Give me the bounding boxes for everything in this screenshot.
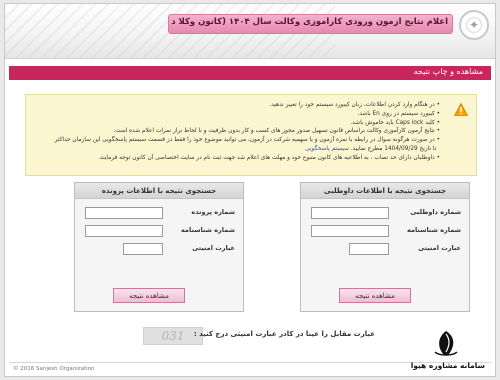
page-title: اعلام نتایج آزمون ورودی کارآموزی وکالت س…	[171, 17, 448, 27]
view-result-button[interactable]: مشاهده نتیجه	[113, 288, 185, 303]
field-label: شماره داوطلبی	[410, 208, 461, 216]
field-label: شماره شناسنامه	[407, 226, 461, 234]
security-code-input[interactable]	[349, 243, 389, 255]
section-nav-bar: مشاهده و چاپ نتیجه	[9, 66, 491, 80]
nav-label: مشاهده و چاپ نتیجه	[413, 67, 483, 76]
notice-line: • در صورت هرگونه سوال در رابطه با نمره آ…	[54, 137, 440, 144]
form-row: عبارت امنیتی	[73, 243, 243, 255]
notice-line: • کلید Caps lock باید خاموش باشد.	[350, 119, 440, 126]
title-band: اعلام نتایج آزمون ورودی کارآموزی وکالت س…	[168, 14, 453, 34]
field-label: عبارت امنیتی	[418, 244, 461, 252]
notice-list: • در هنگام وارد کردن اطلاعات، زبان کیبور…	[40, 101, 440, 163]
notice-line: • کیبورد سیستم در روی En باشد.	[357, 110, 440, 117]
watermark-logo: سامانه مشاوره هیوا	[407, 330, 487, 370]
panel-title: جستجوی نتیجه با اطلاعات داوطلبی	[301, 183, 469, 199]
field-label: شماره شناسنامه	[181, 226, 235, 234]
header: اعلام نتایج آزمون ورودی کارآموزی وکالت س…	[5, 4, 495, 59]
warning-icon	[454, 103, 468, 116]
captcha-label: عبارت مقابل را عینا در کادر عبارت امنیتی…	[193, 330, 375, 338]
notice-box: • در هنگام وارد کردن اطلاعات، زبان کیبور…	[25, 94, 477, 176]
notice-line: • داوطلبان دارای حد نصاب ، به اطلاعیه ها…	[98, 154, 440, 161]
form-row: عبارت امنیتی	[299, 243, 469, 255]
copyright-text: © 2016 Sanjesh Organization	[13, 366, 95, 372]
watermark-text: سامانه مشاوره هیوا	[410, 361, 485, 370]
notice-line: • نتایج آزمون کارآموزی وکالت براساس قانو…	[113, 128, 440, 135]
view-result-button[interactable]: مشاهده نتیجه	[339, 288, 411, 303]
quill-icon	[434, 331, 458, 356]
notice-line: • در هنگام وارد کردن اطلاعات، زبان کیبور…	[269, 102, 440, 108]
form-row: شماره شناسنامه	[73, 225, 243, 237]
panel-title: جستجوی نتیجه با اطلاعات پرونده	[75, 183, 243, 199]
form-row: شماره داوطلبی	[299, 207, 469, 219]
field-label: عبارت امنیتی	[192, 244, 235, 252]
emblem-icon: ✦	[459, 10, 489, 40]
file-search-panel: جستجوی نتیجه با اطلاعات پرونده شماره پرو…	[74, 182, 244, 312]
field-label: شماره پرونده	[191, 208, 235, 216]
candidate-number-input[interactable]	[311, 207, 389, 219]
support-system-link[interactable]: سیستم پاسخگویی	[305, 146, 349, 152]
birth-certificate-input[interactable]	[311, 225, 389, 237]
captcha-row: 031 عبارت مقابل را عینا در کادر عبارت ام…	[135, 323, 375, 347]
notice-line: تا تاریخ 1404/09/29 مطرح نمایید. سیستم پ…	[305, 145, 437, 152]
page-frame: اعلام نتایج آزمون ورودی کارآموزی وکالت س…	[4, 3, 496, 377]
candidate-search-panel: جستجوی نتیجه با اطلاعات داوطلبی شماره دا…	[300, 182, 470, 312]
file-number-input[interactable]	[85, 207, 163, 219]
birth-certificate-input[interactable]	[85, 225, 163, 237]
security-code-input[interactable]	[123, 243, 163, 255]
form-row: شماره پرونده	[73, 207, 243, 219]
form-row: شماره شناسنامه	[299, 225, 469, 237]
